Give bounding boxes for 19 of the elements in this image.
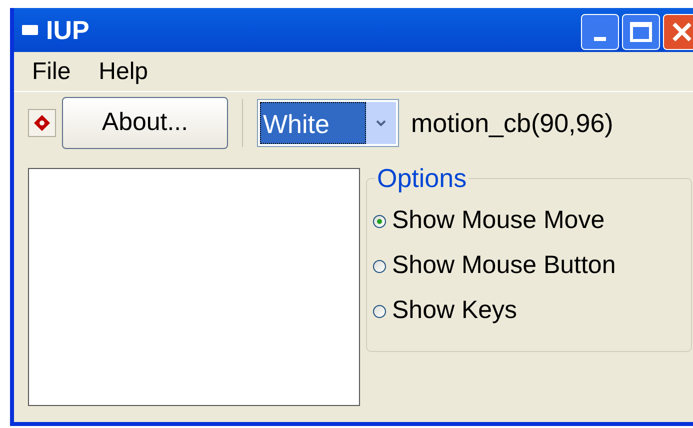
radio-label[interactable]: Show Mouse Button bbox=[392, 247, 616, 285]
menu-item[interactable]: File bbox=[32, 54, 71, 90]
radio-label[interactable]: Show Keys bbox=[392, 292, 518, 330]
radio-button[interactable] bbox=[373, 214, 386, 228]
status-text: motion_cb(90,96) bbox=[411, 106, 614, 140]
window-icon bbox=[22, 25, 38, 35]
about-button[interactable]: About... bbox=[62, 97, 228, 149]
close-button[interactable] bbox=[663, 14, 693, 50]
minimize-button[interactable] bbox=[581, 14, 619, 50]
close-icon bbox=[671, 21, 693, 43]
window-title: IUP bbox=[46, 17, 90, 43]
maximize-button[interactable] bbox=[622, 14, 660, 50]
radio-label[interactable]: Show Mouse Move bbox=[392, 202, 605, 240]
radio-button[interactable] bbox=[373, 260, 386, 272]
radio-button[interactable] bbox=[373, 304, 386, 318]
chevron-down-icon bbox=[376, 120, 386, 126]
color-dropdown[interactable]: White bbox=[257, 99, 399, 147]
menu-item[interactable]: Help bbox=[98, 54, 148, 90]
crosshair-icon[interactable] bbox=[28, 109, 56, 137]
